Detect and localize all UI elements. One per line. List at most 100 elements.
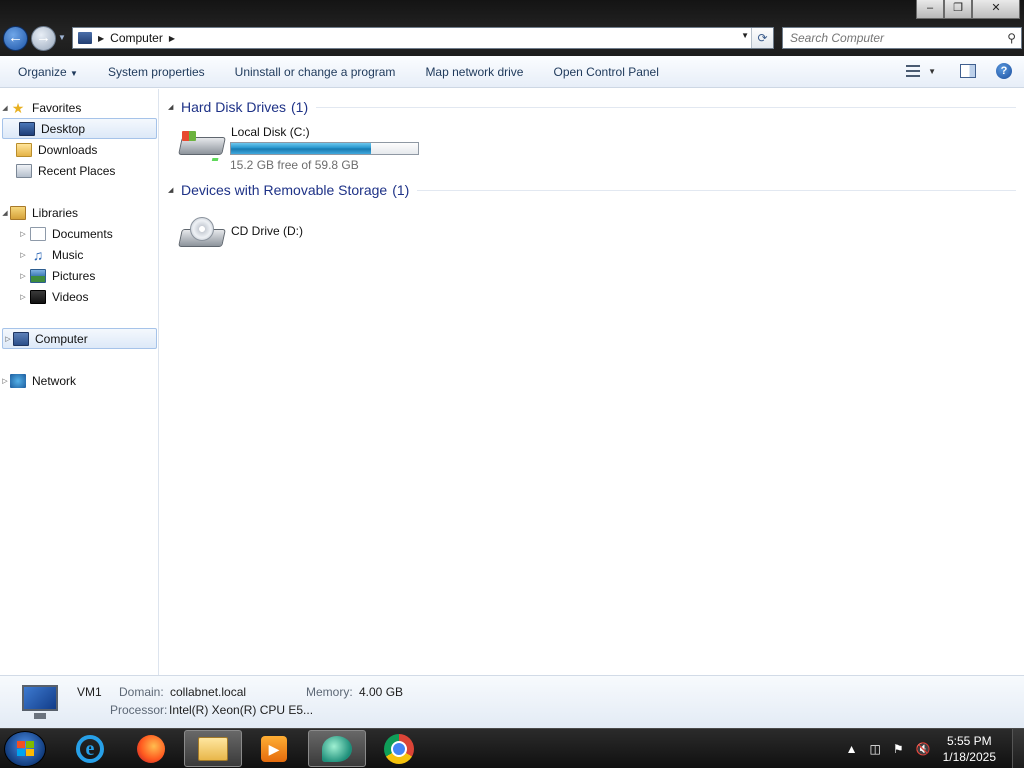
nav-label: Computer: [35, 331, 88, 346]
group-title: Devices with Removable Storage: [181, 182, 388, 198]
desktop-icon: [19, 121, 35, 136]
collapse-icon[interactable]: ◢: [168, 103, 181, 111]
windows-logo-icon: [17, 741, 35, 757]
group-header-hard-disk-drives[interactable]: ◢ Hard Disk Drives (1): [168, 97, 1016, 117]
breadcrumb-separator-icon[interactable]: ▶: [98, 34, 104, 43]
expand-icon[interactable]: ▷: [3, 335, 13, 343]
title-bar: – ❐ ✕ ← → ▼ ▶ Computer ▶ ▼ ⟳ ⚲: [0, 0, 1024, 56]
recent-pages-dropdown[interactable]: ▼: [58, 33, 66, 42]
volume-muted-icon[interactable]: 🔇: [916, 742, 931, 756]
expand-icon[interactable]: ▷: [18, 230, 28, 238]
maximize-button[interactable]: ❐: [944, 0, 972, 19]
drive-usage-fill: [231, 143, 371, 154]
taskbar-windows-media-player[interactable]: ▶: [245, 730, 303, 767]
change-view-icon[interactable]: [904, 63, 922, 79]
forward-arrow-icon: →: [36, 29, 51, 46]
back-button[interactable]: ←: [3, 26, 28, 51]
organize-label: Organize: [18, 64, 67, 79]
nav-pictures[interactable]: ▷ Pictures: [0, 265, 159, 286]
memory-value: 4.00 GB: [359, 685, 404, 699]
map-network-drive-button[interactable]: Map network drive: [410, 65, 538, 79]
taskbar-windows-explorer[interactable]: [184, 730, 242, 767]
system-properties-button[interactable]: System properties: [93, 65, 220, 79]
nav-favorites[interactable]: ◢ ★ Favorites: [0, 97, 159, 118]
nav-videos[interactable]: ▷ Videos: [0, 286, 159, 307]
expand-icon[interactable]: ▷: [18, 293, 28, 301]
computer-icon: [78, 32, 92, 44]
taskbar-vm-app[interactable]: [308, 730, 366, 767]
content-pane: ◢ Hard Disk Drives (1) Local Disk (C:) 1…: [160, 89, 1024, 675]
breadcrumb-computer[interactable]: Computer: [110, 31, 163, 45]
documents-icon: [30, 226, 46, 241]
processor-label: Processor:: [110, 703, 168, 717]
drive-name: CD Drive (D:): [231, 224, 303, 238]
chrome-icon: [384, 733, 414, 764]
show-hidden-icons-icon[interactable]: ▲: [846, 742, 858, 756]
minimize-button[interactable]: –: [916, 0, 944, 19]
expand-icon[interactable]: ▷: [18, 272, 28, 280]
group-count: (1): [392, 182, 410, 198]
nav-recent-places[interactable]: Recent Places: [0, 160, 159, 181]
videos-icon: [30, 289, 46, 304]
drive-cd-drive-d[interactable]: CD Drive (D:): [178, 211, 438, 261]
taskbar-internet-explorer[interactable]: e: [61, 730, 119, 767]
collapse-icon[interactable]: ◢: [168, 186, 181, 194]
drive-usage-bar: [230, 142, 419, 155]
taskbar-firefox[interactable]: [122, 730, 180, 767]
start-button[interactable]: [4, 731, 46, 767]
forward-button[interactable]: →: [31, 26, 56, 51]
nav-documents[interactable]: ▷ Documents: [0, 223, 159, 244]
clock-time: 5:55 PM: [946, 734, 992, 748]
nav-label: Network: [32, 373, 77, 388]
help-icon[interactable]: ?: [996, 63, 1012, 79]
cd-drive-icon: [178, 217, 226, 251]
uninstall-program-button[interactable]: Uninstall or change a program: [220, 65, 411, 79]
search-input[interactable]: [783, 28, 993, 48]
breadcrumb-separator-icon[interactable]: ▶: [169, 34, 175, 43]
group-header-removable-storage[interactable]: ◢ Devices with Removable Storage (1): [168, 180, 1016, 200]
nav-label: Desktop: [41, 121, 86, 136]
nav-label: Pictures: [52, 268, 96, 283]
collapse-icon[interactable]: ◢: [0, 209, 10, 217]
nav-label: Videos: [52, 289, 89, 304]
show-desktop-button[interactable]: [1012, 729, 1024, 768]
collapse-icon[interactable]: ◢: [0, 104, 10, 112]
group-title: Hard Disk Drives: [181, 99, 287, 115]
nav-downloads[interactable]: Downloads: [0, 139, 159, 160]
internet-explorer-icon: e: [76, 734, 104, 763]
preview-pane-icon[interactable]: [960, 64, 976, 78]
nav-desktop[interactable]: Desktop: [2, 118, 157, 139]
drive-local-disk-c[interactable]: Local Disk (C:) 15.2 GB free of 59.8 GB: [178, 123, 438, 173]
clock[interactable]: 5:55 PM 1/18/2025: [943, 733, 996, 765]
search-icon[interactable]: ⚲: [1007, 31, 1016, 45]
refresh-button[interactable]: ⟳: [751, 28, 773, 48]
taskbar-chrome[interactable]: [370, 730, 428, 767]
media-player-icon: ▶: [261, 735, 287, 762]
drive-free-space: 15.2 GB free of 59.8 GB: [230, 158, 359, 172]
computer-icon: [18, 683, 62, 721]
nav-label: Recent Places: [38, 163, 116, 178]
domain-label: Domain:: [119, 685, 164, 699]
nav-computer[interactable]: ▷ Computer: [2, 328, 157, 349]
address-dropdown-icon[interactable]: ▼: [741, 31, 749, 40]
search-box[interactable]: ⚲: [782, 27, 1022, 49]
downloads-folder-icon: [16, 142, 32, 157]
expand-icon[interactable]: ▷: [18, 251, 28, 259]
nav-network[interactable]: ▷ Network: [0, 370, 159, 391]
nav-libraries[interactable]: ◢ Libraries: [0, 202, 159, 223]
hard-drive-icon: [178, 129, 226, 161]
address-bar[interactable]: ▶ Computer ▶ ▼ ⟳: [72, 27, 774, 49]
window-controls: – ❐ ✕: [916, 0, 1020, 19]
expand-icon[interactable]: ▷: [0, 377, 10, 385]
network-status-icon[interactable]: ◫: [870, 742, 881, 756]
open-control-panel-button[interactable]: Open Control Panel: [538, 65, 673, 79]
navigation-pane: ◢ ★ Favorites Desktop Downloads Recent P…: [0, 89, 159, 675]
close-button[interactable]: ✕: [972, 0, 1020, 19]
organize-button[interactable]: Organize ▼: [0, 65, 93, 79]
taskbar: e ▶ ▲ ◫ ⚑ 🔇 5:55 PM 1/18/2025: [0, 728, 1024, 768]
recent-places-icon: [16, 163, 32, 178]
nav-music[interactable]: ▷ ♫ Music: [0, 244, 159, 265]
system-tray: ▲ ◫ ⚑ 🔇 5:55 PM 1/18/2025: [846, 729, 1016, 768]
action-center-flag-icon[interactable]: ⚑: [893, 742, 904, 756]
view-options-dropdown-icon[interactable]: ▼: [928, 67, 936, 76]
